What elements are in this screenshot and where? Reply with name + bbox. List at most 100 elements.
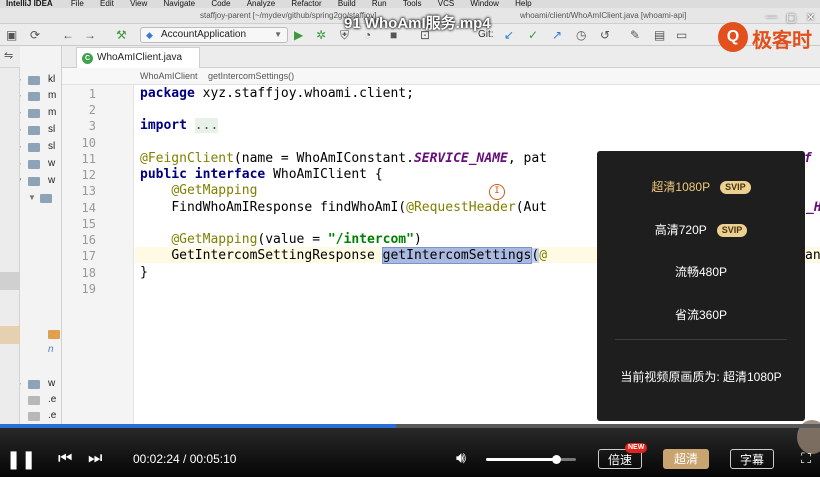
editor-tab-bar: C WhoAmIClient.java — [62, 46, 820, 68]
tab-whoamiclient[interactable]: C WhoAmIClient.java — [76, 47, 200, 68]
menu-window[interactable]: Window — [470, 0, 498, 8]
structure-icon[interactable]: ▤ — [654, 27, 665, 43]
project-tree[interactable]: ▶kl ▶m ▶m ▶sl ▶sl ▶w ▼w ▼ n ▶w .e .e — [20, 46, 62, 426]
next-icon[interactable]: ⏭ — [88, 449, 102, 469]
tree-item-label: w — [48, 378, 56, 389]
code-token: interface — [194, 167, 266, 182]
folder-icon — [48, 330, 60, 339]
code-line: @FeignClient(name = WhoAmIConstant.SERVI… — [140, 151, 547, 167]
menu-build[interactable]: Build — [338, 0, 356, 8]
revert-icon[interactable]: ↺ — [600, 27, 610, 43]
quality-option-480p[interactable]: 流畅480P — [597, 262, 805, 282]
tree-item[interactable]: .e — [20, 408, 61, 424]
git-update-icon[interactable]: ↙ — [504, 27, 514, 43]
menu-analyze[interactable]: Analyze — [247, 0, 275, 8]
tree-item[interactable]: ▶m — [20, 88, 61, 104]
git-commit-icon[interactable]: ✓ — [528, 27, 538, 43]
tree-item[interactable]: ▶w — [20, 156, 61, 172]
menu-run[interactable]: Run — [372, 0, 387, 8]
line-number: 2 — [88, 103, 96, 117]
fullscreen-icon[interactable]: ⛶ — [796, 448, 816, 468]
video-player[interactable]: IntelliJ IDEA File Edit View Navigate Co… — [0, 0, 820, 477]
menu-help[interactable]: Help — [515, 0, 531, 8]
menu-file[interactable]: File — [71, 0, 84, 8]
quality-option-1080p[interactable]: 超清1080P SVIP — [597, 177, 805, 197]
breadcrumb-class[interactable]: WhoAmIClient — [140, 71, 198, 81]
pause-icon[interactable]: ❚❚ — [6, 449, 36, 469]
code-line: FindWhoAmIResponse findWhoAmI(@RequestHe… — [140, 200, 547, 216]
tree-item[interactable]: ▶w — [20, 376, 61, 392]
menu-tools[interactable]: Tools — [403, 0, 422, 8]
menu-view[interactable]: View — [130, 0, 147, 8]
selected-method-name[interactable]: getIntercomSettings — [381, 247, 533, 264]
volume-slider[interactable] — [486, 455, 576, 464]
code-token: } — [140, 265, 148, 280]
menu-edit[interactable]: Edit — [100, 0, 114, 8]
code-line: GetIntercomSettingResponse getIntercomSe… — [140, 247, 547, 264]
history-icon[interactable]: ◷ — [576, 27, 586, 43]
run-icon[interactable]: ▶ — [294, 27, 303, 43]
settings-wrench-icon[interactable]: ✎ — [630, 27, 640, 43]
progress-bar[interactable] — [0, 424, 820, 428]
save-icon[interactable]: ▣ — [6, 27, 17, 43]
watermark: Q 极客时 — [718, 20, 820, 54]
app-name: IntelliJ IDEA — [6, 0, 53, 8]
text-cursor-icon: I — [489, 184, 505, 200]
tree-item[interactable]: ▼w — [20, 173, 61, 189]
code-token: ant — [805, 248, 820, 263]
debug-icon[interactable]: ✲ — [316, 27, 326, 43]
code-token: @GetMapping — [171, 232, 258, 247]
terminal-icon[interactable]: ▭ — [676, 27, 687, 43]
build-hammer-icon[interactable]: ⚒ — [116, 27, 127, 43]
folded-imports[interactable]: ... — [194, 118, 219, 133]
line-number: 18 — [81, 266, 96, 280]
menu-vcs[interactable]: VCS — [438, 0, 454, 8]
menu-code[interactable]: Code — [211, 0, 230, 8]
tree-arrow-icon: ▼ — [28, 193, 36, 202]
menu-navigate[interactable]: Navigate — [164, 0, 196, 8]
tree-item-label: kl — [48, 74, 56, 85]
tree-arrow-icon: ▶ — [20, 88, 21, 104]
line-number: 14 — [81, 201, 96, 215]
line-number: 15 — [81, 217, 96, 231]
current-quality-info: 当前视频原画质为: 超清1080P — [620, 370, 782, 384]
collapse-icon[interactable]: ⇋ — [4, 48, 13, 64]
forward-arrow-icon[interactable]: → — [84, 27, 96, 43]
quality-button[interactable]: 超清 — [663, 449, 709, 469]
line-number: 10 — [81, 136, 96, 150]
file-icon — [28, 396, 40, 405]
previous-icon[interactable]: ⏮ — [58, 449, 72, 469]
git-push-icon[interactable]: ↗ — [552, 27, 562, 43]
tree-item[interactable]: n — [20, 342, 61, 358]
quality-option-360p[interactable]: 省流360P — [597, 305, 805, 325]
tree-item-label: m — [48, 90, 57, 101]
back-arrow-icon[interactable]: ← — [62, 27, 74, 43]
quality-option-720p[interactable]: 高清720P SVIP — [597, 220, 805, 240]
quality-option-label: 省流360P — [674, 308, 728, 322]
tree-item[interactable]: ▶ sl — [20, 122, 61, 138]
sync-icon[interactable]: ⟳ — [30, 27, 40, 43]
breadcrumb-method[interactable]: getIntercomSettings() — [208, 71, 294, 81]
tree-item[interactable]: ▶ kl — [20, 72, 61, 88]
folder-icon — [40, 194, 52, 203]
menu-bar: IntelliJ IDEA File Edit View Navigate Co… — [0, 0, 820, 8]
code-token: GetIntercomSettingResponse — [171, 248, 383, 263]
tree-item-label: .e — [48, 394, 57, 405]
run-configuration-select[interactable]: ◆ AccountApplication ▼ — [140, 27, 288, 43]
tree-arrow-icon: ▶ — [20, 376, 21, 392]
volume-icon[interactable]: 🔊︎ — [456, 449, 478, 469]
code-token: @GetMapping — [171, 183, 258, 198]
tree-item[interactable]: .e — [20, 392, 61, 408]
tree-item[interactable]: ▶m — [20, 105, 61, 121]
code-token: xyz.staffjoy.whoami.client; — [194, 86, 414, 101]
code-line: public interface WhoAmIClient { — [140, 167, 383, 183]
tree-item[interactable]: ▶ sl — [20, 139, 61, 155]
subtitle-button[interactable]: 字幕 — [730, 449, 774, 469]
tree-item[interactable]: ▼ — [20, 190, 61, 206]
chevron-down-icon: ▼ — [274, 30, 282, 39]
code-token: FindWhoAmIResponse findWhoAmI( — [171, 200, 407, 215]
tree-item[interactable] — [20, 326, 61, 342]
code-token: , pat — [507, 151, 547, 166]
menu-refactor[interactable]: Refactor — [291, 0, 321, 8]
folder-icon — [28, 126, 40, 135]
